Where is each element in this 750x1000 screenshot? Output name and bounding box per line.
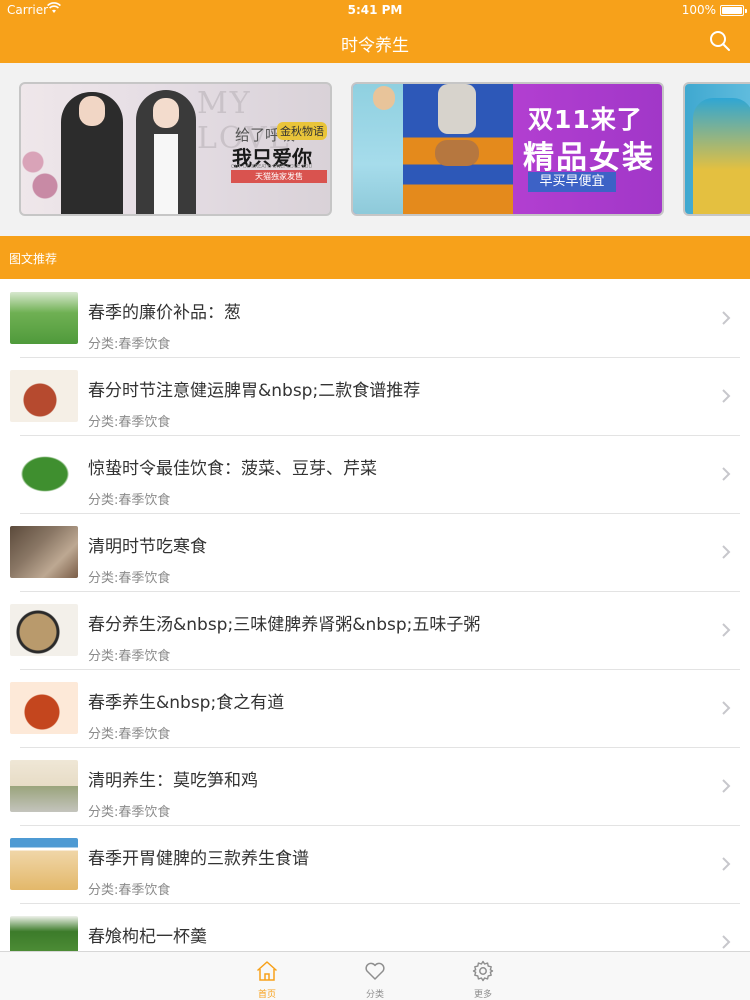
chevron-right-icon [722, 545, 731, 559]
chevron-right-icon [722, 779, 731, 793]
article-thumbnail [10, 370, 78, 422]
article-thumbnail [10, 682, 78, 734]
article-title: 春分养生汤&nbsp;三味健脾养肾粥&nbsp;五味子粥 [88, 615, 481, 635]
flowers-decoration [21, 144, 61, 214]
article-title: 春分时节注意健运脾胃&nbsp;二款食谱推荐 [88, 381, 421, 401]
article-category: 分类:春季饮食 [88, 571, 171, 586]
chevron-right-icon [722, 857, 731, 871]
article-title: 春季开胃健脾的三款养生食谱 [88, 849, 309, 869]
list-item[interactable]: 春季养生&nbsp;食之有道 分类:春季饮食 [0, 670, 750, 748]
article-thumbnail [10, 604, 78, 656]
banner-love-promo[interactable]: MY LOVE 给了呼吸 金秋物语 我只爱你 CUT OF BREATH ONL… [19, 82, 332, 216]
article-category: 分类:春季饮食 [88, 493, 171, 508]
article-category: 分类:春季饮食 [88, 415, 171, 430]
article-thumbnail [10, 526, 78, 578]
article-category: 分类:春季饮食 [88, 805, 171, 820]
battery-icon [720, 5, 747, 16]
article-category: 分类:春季饮食 [88, 649, 171, 664]
home-icon [256, 961, 278, 981]
search-icon[interactable] [708, 29, 732, 53]
chevron-right-icon [722, 467, 731, 481]
list-item[interactable]: 清明养生：莫吃笋和鸡 分类:春季饮食 [0, 748, 750, 826]
navigation-bar: Carrier 5:41 PM 100% 时令养生 [0, 0, 750, 63]
tab-label: 分类 [365, 990, 384, 1000]
banner-gold-badge: 金秋物语 [277, 122, 327, 140]
battery-percent: 100% [681, 3, 716, 17]
list-item[interactable]: 惊蛰时令最佳饮食：菠菜、豆芽、芹菜 分类:春季饮食 [0, 436, 750, 514]
chevron-right-icon [722, 623, 731, 637]
banner-sub-label: 早买早便宜 [528, 172, 616, 192]
status-bar: Carrier 5:41 PM 100% [0, 0, 750, 20]
chevron-right-icon [722, 389, 731, 403]
article-title: 惊蛰时令最佳饮食：菠菜、豆芽、芹菜 [88, 459, 377, 479]
tab-home[interactable]: 首页 [237, 952, 297, 1000]
gear-icon [472, 960, 494, 982]
banner-headline: 双11来了 [528, 105, 643, 134]
list-item[interactable]: 春分养生汤&nbsp;三味健脾养肾粥&nbsp;五味子粥 分类:春季饮食 [0, 592, 750, 670]
banner-main-text: 精品女装 [523, 140, 655, 176]
list-item[interactable]: 春分时节注意健运脾胃&nbsp;二款食谱推荐 分类:春季饮食 [0, 358, 750, 436]
list-item[interactable]: 春季开胃健脾的三款养生食谱 分类:春季饮食 [0, 826, 750, 904]
list-item[interactable]: 春季的廉价补品：葱 分类:春季饮食 [0, 280, 750, 358]
article-thumbnail [10, 838, 78, 890]
model-sweater [403, 84, 513, 214]
banner-partial[interactable] [683, 82, 750, 216]
clock: 5:41 PM [347, 3, 403, 17]
model-figure [693, 98, 750, 214]
model-female [136, 90, 196, 214]
section-header: 图文推荐 [0, 236, 750, 279]
article-category: 分类:春季饮食 [88, 337, 171, 352]
page-title: 时令养生 [341, 36, 409, 56]
banner-sub-label: 天猫独家发售 [231, 170, 327, 183]
article-title: 春季养生&nbsp;食之有道 [88, 693, 285, 713]
chevron-right-icon [722, 701, 731, 715]
section-title: 图文推荐 [9, 252, 58, 266]
list-item[interactable]: 清明时节吃寒食 分类:春季饮食 [0, 514, 750, 592]
article-category: 分类:春季饮食 [88, 883, 171, 898]
article-thumbnail [10, 292, 78, 344]
banner-carousel[interactable]: MY LOVE 给了呼吸 金秋物语 我只爱你 CUT OF BREATH ONL… [0, 63, 750, 236]
heart-icon [365, 962, 385, 980]
tab-label: 首页 [257, 990, 276, 1000]
article-category: 分类:春季饮食 [88, 727, 171, 742]
tab-category[interactable]: 分类 [345, 952, 405, 1000]
article-title: 春季的廉价补品：葱 [88, 303, 241, 323]
chevron-right-icon [722, 935, 731, 949]
chevron-right-icon [722, 311, 731, 325]
article-title: 春飧枸杞一杯羹 [88, 927, 207, 947]
article-thumbnail [10, 448, 78, 500]
tab-label: 更多 [473, 990, 492, 1000]
model-male [61, 92, 123, 214]
article-title: 清明养生：莫吃笋和鸡 [88, 771, 258, 791]
article-title: 清明时节吃寒食 [88, 537, 207, 557]
tab-bar: 首页 分类 更多 [0, 951, 750, 1000]
tab-more[interactable]: 更多 [453, 952, 513, 1000]
banner-double11-promo[interactable]: 双11来了 精品女装 早买早便宜 [351, 82, 664, 216]
article-thumbnail [10, 760, 78, 812]
